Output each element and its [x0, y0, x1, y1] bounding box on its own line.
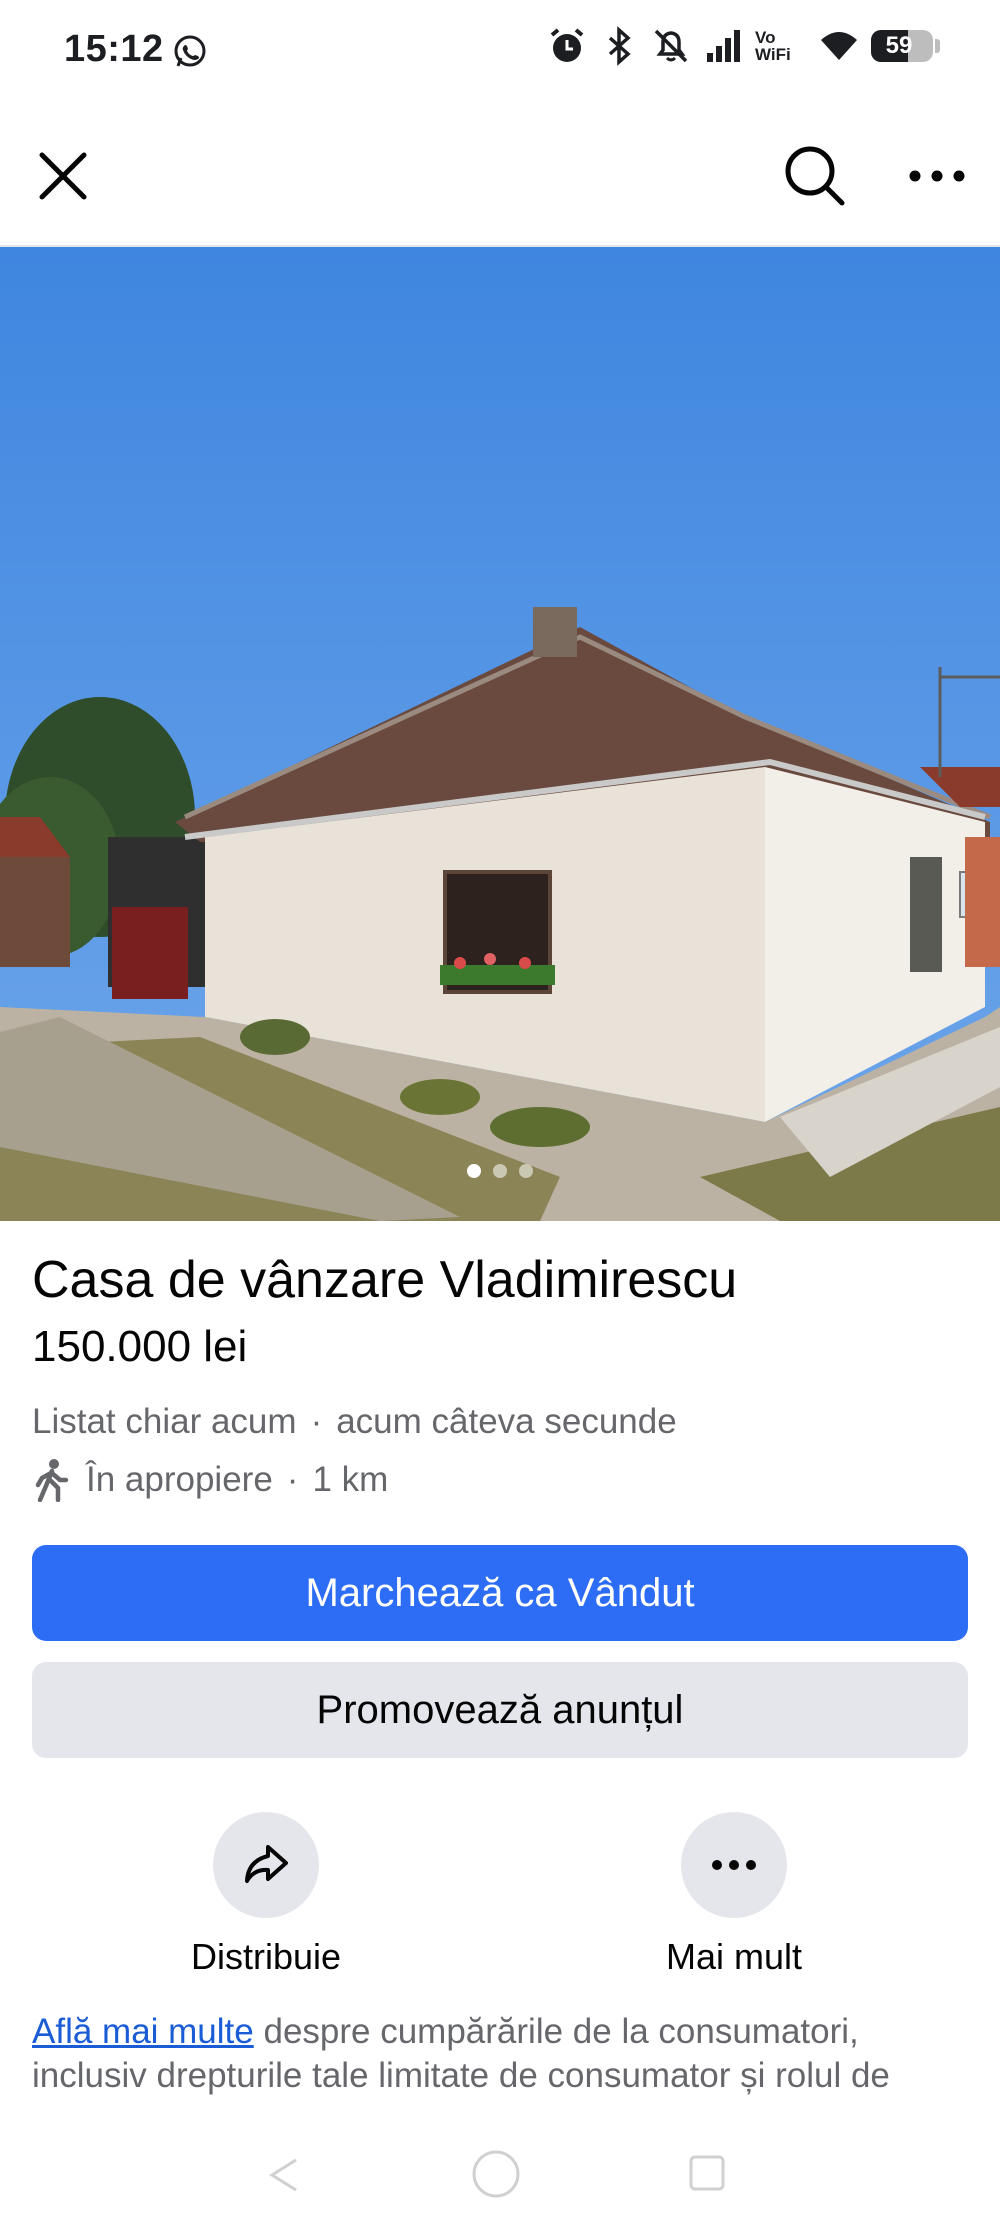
mark-sold-button[interactable]: Marchează ca Vândut [32, 1545, 968, 1641]
distance-label: 1 km [312, 1460, 389, 1499]
back-icon[interactable] [262, 2152, 308, 2198]
share-button[interactable] [213, 1812, 319, 1918]
more-action[interactable]: Mai mult [624, 1812, 844, 1978]
house-photo-illustration [0, 247, 1000, 1221]
time-ago: acum câteva secunde [336, 1402, 677, 1441]
more-icon[interactable] [904, 153, 970, 199]
gallery-dot[interactable] [493, 1164, 507, 1178]
share-icon [245, 1845, 288, 1883]
top-bar [0, 105, 1000, 247]
bell-muted-icon [654, 29, 688, 63]
listing-time: Listat chiar acum · acum câteva secunde [32, 1402, 677, 1442]
listing-title: Casa de vânzare Vladimirescu [32, 1251, 738, 1309]
more-dots-icon [712, 1860, 756, 1870]
consumer-rights-notice: Află mai multe despre cumpărările de la … [32, 2010, 972, 2098]
more-label: Mai mult [665, 1936, 803, 1977]
learn-more-link[interactable]: Află mai multe [32, 2012, 254, 2051]
vowifi-icon: Vo WiFi [755, 28, 791, 64]
separator: · [310, 1402, 323, 1441]
battery-level: 59 [885, 32, 913, 59]
listing-location: În apropiere · 1 km [32, 1458, 388, 1502]
share-label: Distribuie [190, 1936, 342, 1977]
battery-cap [935, 39, 940, 53]
more-options-button[interactable] [681, 1812, 787, 1918]
close-icon[interactable] [34, 147, 92, 205]
separator: · [286, 1460, 299, 1499]
system-nav-bar [0, 2140, 1000, 2223]
gallery-dot[interactable] [519, 1164, 533, 1178]
listed-label: Listat chiar acum [32, 1402, 297, 1441]
home-icon[interactable] [470, 2148, 522, 2200]
whatsapp-icon [174, 35, 206, 67]
walking-person-icon [35, 1459, 69, 1502]
status-time: 15:12 [64, 28, 164, 70]
status-bar: 15:12 Vo WiFi 59 [0, 0, 1000, 105]
listing-photo[interactable] [0, 247, 1000, 1221]
promote-listing-button[interactable]: Promovează anunțul [32, 1662, 968, 1758]
gallery-dot[interactable] [467, 1164, 481, 1178]
recent-apps-icon[interactable] [686, 2152, 728, 2194]
gallery-dots [0, 1164, 1000, 1178]
wifi-icon [821, 32, 857, 60]
battery-icon: 59 [871, 30, 933, 62]
bluetooth-icon [608, 26, 631, 66]
search-icon[interactable] [782, 143, 848, 209]
signal-icon [707, 30, 740, 62]
share-action[interactable]: Distribuie [156, 1812, 376, 1978]
location-label: În apropiere [86, 1460, 273, 1499]
alarm-icon [550, 28, 584, 62]
listing-price: 150.000 lei [32, 1322, 248, 1371]
